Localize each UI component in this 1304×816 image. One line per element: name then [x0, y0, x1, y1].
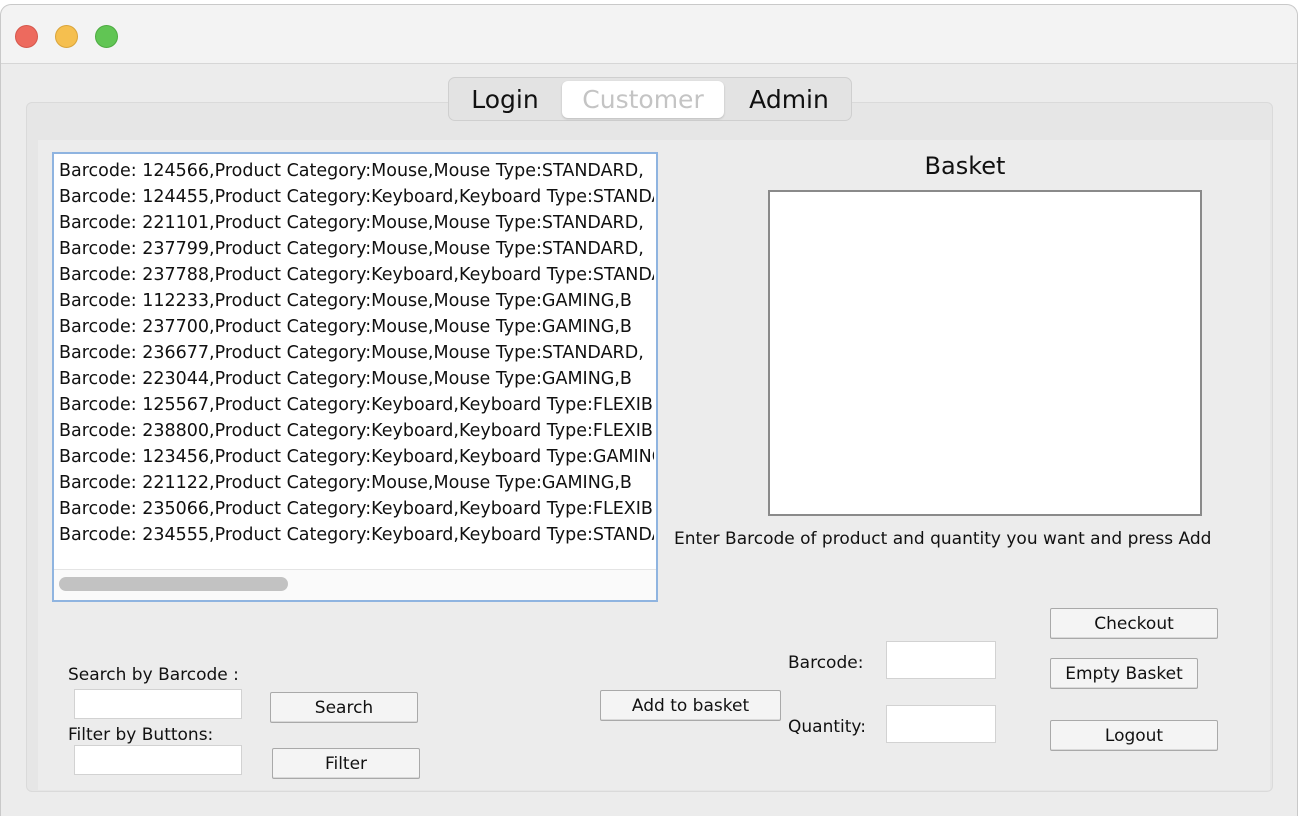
logout-button[interactable]: Logout: [1050, 720, 1218, 751]
product-list-item[interactable]: Barcode: 236677,Product Category:Mouse,M…: [59, 340, 654, 366]
search-barcode-input[interactable]: [74, 689, 242, 719]
basket-hint-text: Enter Barcode of product and quantity yo…: [674, 529, 1212, 549]
zoom-window-button[interactable]: [95, 25, 118, 48]
product-rows: Barcode: 124566,Product Category:Mouse,M…: [59, 158, 654, 548]
tab-customer[interactable]: Customer: [562, 81, 724, 118]
empty-basket-button[interactable]: Empty Basket: [1050, 658, 1198, 689]
product-list-item[interactable]: Barcode: 234555,Product Category:Keyboar…: [59, 522, 654, 548]
title-bar: [1, 5, 1297, 64]
search-button[interactable]: Search: [270, 692, 418, 723]
filter-button[interactable]: Filter: [272, 748, 420, 779]
tab-admin[interactable]: Admin: [729, 81, 849, 118]
quantity-input[interactable]: [886, 705, 996, 743]
horizontal-scrollbar[interactable]: [54, 569, 656, 600]
product-list-item[interactable]: Barcode: 237788,Product Category:Keyboar…: [59, 262, 654, 288]
product-list-item[interactable]: Barcode: 112233,Product Category:Mouse,M…: [59, 288, 654, 314]
filter-input[interactable]: [74, 745, 242, 775]
search-barcode-label: Search by Barcode :: [68, 665, 239, 685]
tab-bar: Login Customer Admin: [448, 77, 852, 121]
product-list-item[interactable]: Barcode: 238800,Product Category:Keyboar…: [59, 418, 654, 444]
product-list-item[interactable]: Barcode: 223044,Product Category:Mouse,M…: [59, 366, 654, 392]
add-barcode-label: Barcode:: [788, 653, 864, 673]
tab-login[interactable]: Login: [451, 81, 559, 118]
add-to-basket-button[interactable]: Add to basket: [600, 690, 781, 721]
product-list-item[interactable]: Barcode: 235066,Product Category:Keyboar…: [59, 496, 654, 522]
product-list-item[interactable]: Barcode: 125567,Product Category:Keyboar…: [59, 392, 654, 418]
product-list-item[interactable]: Barcode: 221101,Product Category:Mouse,M…: [59, 210, 654, 236]
basket-title: Basket: [924, 152, 1006, 180]
close-window-button[interactable]: [15, 25, 38, 48]
minimize-window-button[interactable]: [55, 25, 78, 48]
product-list-item[interactable]: Barcode: 221122,Product Category:Mouse,M…: [59, 470, 654, 496]
product-list-item[interactable]: Barcode: 237799,Product Category:Mouse,M…: [59, 236, 654, 262]
add-barcode-input[interactable]: [886, 641, 996, 679]
product-list-item[interactable]: Barcode: 123456,Product Category:Keyboar…: [59, 444, 654, 470]
product-list-item[interactable]: Barcode: 124566,Product Category:Mouse,M…: [59, 158, 654, 184]
scrollbar-thumb[interactable]: [59, 577, 288, 591]
product-list-item[interactable]: Barcode: 237700,Product Category:Mouse,M…: [59, 314, 654, 340]
filter-label: Filter by Buttons:: [68, 725, 214, 745]
product-list-item[interactable]: Barcode: 124455,Product Category:Keyboar…: [59, 184, 654, 210]
basket-list[interactable]: [768, 190, 1202, 516]
checkout-button[interactable]: Checkout: [1050, 608, 1218, 639]
product-list[interactable]: Barcode: 124566,Product Category:Mouse,M…: [52, 152, 658, 602]
quantity-label: Quantity:: [788, 717, 866, 737]
